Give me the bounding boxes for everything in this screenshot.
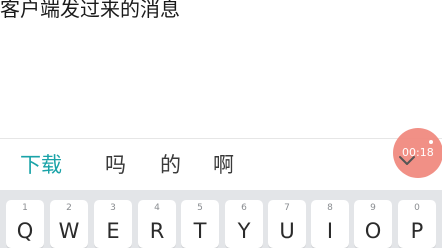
key-o[interactable]: 9O bbox=[354, 200, 392, 248]
candidate-word-1[interactable]: 下载 bbox=[20, 153, 62, 177]
key-number: 5 bbox=[197, 203, 203, 213]
key-letter: W bbox=[58, 219, 80, 243]
key-number: 4 bbox=[154, 203, 160, 213]
key-letter: T bbox=[193, 219, 207, 243]
keyboard: 1Q 2W 3E 4R 5T 6Y 7U 8I 9O 0P bbox=[0, 190, 442, 248]
key-y[interactable]: 6Y bbox=[225, 200, 263, 248]
key-number: 7 bbox=[284, 203, 290, 213]
key-number: 2 bbox=[66, 203, 72, 213]
key-number: 3 bbox=[110, 203, 116, 213]
key-number: 1 bbox=[22, 203, 28, 213]
key-r[interactable]: 4R bbox=[138, 200, 176, 248]
key-number: 0 bbox=[414, 203, 420, 213]
key-letter: E bbox=[106, 219, 120, 243]
candidate-bar: 下载 吗 的 啊 bbox=[0, 138, 442, 191]
key-letter: U bbox=[279, 219, 295, 243]
key-w[interactable]: 2W bbox=[50, 200, 88, 248]
key-letter: Q bbox=[16, 219, 34, 243]
key-number: 8 bbox=[327, 203, 333, 213]
key-u[interactable]: 7U bbox=[268, 200, 306, 248]
key-letter: Y bbox=[237, 219, 251, 243]
key-i[interactable]: 8I bbox=[311, 200, 349, 248]
candidate-word-3[interactable]: 的 bbox=[160, 153, 181, 177]
key-letter: I bbox=[326, 219, 334, 243]
key-number: 9 bbox=[370, 203, 376, 213]
recording-dot-icon bbox=[429, 140, 433, 144]
key-letter: R bbox=[149, 219, 165, 243]
chevron-down-icon[interactable] bbox=[396, 149, 418, 171]
message-area: 客户端发过来的消息 bbox=[0, 0, 442, 138]
key-e[interactable]: 3E bbox=[94, 200, 132, 248]
candidate-word-4[interactable]: 啊 bbox=[213, 153, 234, 177]
key-p[interactable]: 0P bbox=[398, 200, 436, 248]
key-letter: O bbox=[364, 219, 382, 243]
key-q[interactable]: 1Q bbox=[6, 200, 44, 248]
message-text: 客户端发过来的消息 bbox=[0, 0, 180, 21]
candidate-word-2[interactable]: 吗 bbox=[105, 153, 126, 177]
key-t[interactable]: 5T bbox=[181, 200, 219, 248]
key-letter: P bbox=[410, 219, 424, 243]
key-number: 6 bbox=[241, 203, 247, 213]
